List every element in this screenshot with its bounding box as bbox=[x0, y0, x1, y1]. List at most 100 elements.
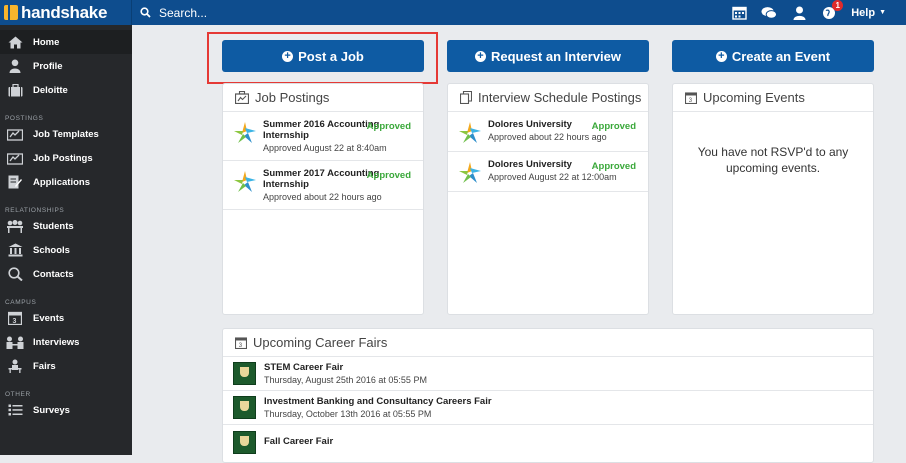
create-event-label: Create an Event bbox=[731, 48, 831, 64]
card-header: Job Postings bbox=[223, 84, 423, 112]
notification-badge: 1 bbox=[832, 0, 844, 11]
user-icon[interactable] bbox=[791, 5, 807, 21]
calendar-icon: 3 bbox=[6, 310, 24, 326]
sidebar-item-profile[interactable]: Profile bbox=[0, 54, 132, 78]
sidebar-item-contacts[interactable]: Contacts bbox=[0, 262, 132, 286]
interview-postings-card: Interview Schedule Postings Dolores Univ… bbox=[447, 83, 649, 315]
status-badge: Approved bbox=[591, 121, 636, 132]
sidebar-item-schools[interactable]: Schools bbox=[0, 238, 132, 262]
handshake-star-icon bbox=[234, 171, 256, 192]
building-icon bbox=[6, 82, 24, 98]
section-other: OTHER bbox=[5, 391, 31, 398]
handshake-star-icon bbox=[234, 122, 256, 143]
status-badge: Approved bbox=[366, 121, 411, 132]
calendar-icon[interactable] bbox=[731, 5, 747, 21]
brand[interactable]: handshake bbox=[0, 0, 132, 25]
sidebar-item-job-templates[interactable]: Job Templates bbox=[0, 122, 132, 146]
sidebar-item-label: Schools bbox=[33, 244, 70, 256]
card-title: Upcoming Events bbox=[703, 90, 805, 105]
posting-name[interactable]: Dolores University bbox=[488, 119, 607, 130]
sidebar-item-label: Interviews bbox=[33, 336, 80, 348]
status-badge: Approved bbox=[591, 161, 636, 172]
card-title: Interview Schedule Postings bbox=[478, 90, 642, 105]
list-item[interactable]: Fall Career Fair bbox=[223, 425, 873, 459]
sidebar-item-label: Events bbox=[33, 312, 65, 324]
section-relationships: RELATIONSHIPS bbox=[5, 207, 65, 214]
card-header: 3 Upcoming Career Fairs bbox=[223, 329, 873, 357]
search-bar[interactable]: Search... bbox=[132, 6, 731, 20]
sidebar-item-events[interactable]: 3 Events bbox=[0, 306, 132, 330]
fair-name[interactable]: Fall Career Fair bbox=[264, 436, 333, 448]
sidebar-item-label: Deloitte bbox=[33, 84, 68, 96]
help-menu[interactable]: Help ▼ bbox=[851, 7, 886, 19]
notifications-globe-icon[interactable]: 1 bbox=[821, 0, 844, 21]
sidebar-item-students[interactable]: Students bbox=[0, 214, 132, 238]
sidebar-item-label: Contacts bbox=[33, 268, 74, 280]
briefcase-icon bbox=[235, 91, 249, 104]
handshake-star-icon bbox=[459, 162, 481, 183]
school-icon bbox=[6, 242, 24, 258]
fairs-icon bbox=[6, 358, 24, 374]
list-item[interactable]: Summer 2017 Accounting Internship Approv… bbox=[223, 161, 423, 210]
list-item[interactable]: Dolores University Approved about 22 hou… bbox=[448, 112, 648, 152]
briefcase-icon bbox=[6, 150, 24, 166]
plus-circle-icon: + bbox=[474, 50, 486, 62]
sidebar-item-label: Surveys bbox=[33, 404, 70, 416]
sidebar-item-fairs[interactable]: Fairs bbox=[0, 354, 132, 378]
sidebar-item-applications[interactable]: Applications bbox=[0, 170, 132, 194]
card-header: 3 Upcoming Events bbox=[673, 84, 873, 112]
help-label: Help bbox=[851, 6, 876, 19]
list-item[interactable]: Summer 2016 Accounting Internship Approv… bbox=[223, 112, 423, 161]
fair-name[interactable]: Investment Banking and Consultancy Caree… bbox=[264, 396, 492, 408]
school-logo-icon bbox=[233, 396, 256, 419]
career-fairs-card: 3 Upcoming Career Fairs STEM Career Fair… bbox=[222, 328, 874, 463]
caret-down-icon: ▼ bbox=[879, 9, 886, 16]
card-header: Interview Schedule Postings bbox=[448, 84, 648, 112]
request-interview-label: Request an Interview bbox=[490, 48, 622, 64]
top-icons: 1 Help ▼ bbox=[731, 0, 906, 21]
search-icon bbox=[140, 7, 151, 18]
list-item[interactable]: Investment Banking and Consultancy Caree… bbox=[223, 391, 873, 425]
search-placeholder: Search... bbox=[159, 5, 208, 20]
handshake-logo-icon bbox=[4, 5, 18, 20]
main-content: + Post a Job + Request an Interview + Cr… bbox=[133, 25, 906, 463]
empty-state-message: You have not RSVP'd to any upcoming even… bbox=[697, 145, 849, 175]
plus-circle-icon: + bbox=[715, 50, 727, 62]
calendar-icon: 3 bbox=[685, 91, 697, 104]
fair-date: Thursday, August 25th 2016 at 05:55 PM bbox=[264, 374, 427, 385]
posting-status-time: Approved about 22 hours ago bbox=[488, 132, 607, 142]
posting-status-time: Approved about 22 hours ago bbox=[263, 192, 382, 202]
sidebar-item-surveys[interactable]: Surveys bbox=[0, 398, 132, 422]
sidebar: Home Profile Deloitte POSTINGS Job Templ… bbox=[0, 25, 132, 455]
request-interview-button[interactable]: + Request an Interview bbox=[447, 40, 649, 72]
brand-name: handshake bbox=[21, 2, 108, 22]
messages-icon[interactable] bbox=[761, 5, 778, 21]
handshake-star-icon bbox=[459, 122, 481, 143]
fair-date: Thursday, October 13th 2016 at 05:55 PM bbox=[264, 408, 432, 419]
section-postings: POSTINGS bbox=[5, 115, 44, 122]
sidebar-item-label: Applications bbox=[33, 176, 91, 188]
sidebar-item-label: Job Templates bbox=[33, 128, 99, 140]
sidebar-item-deloitte[interactable]: Deloitte bbox=[0, 78, 132, 102]
posting-status-time: Approved August 22 at 12:00am bbox=[488, 172, 617, 182]
card-title: Job Postings bbox=[255, 90, 330, 105]
fair-name[interactable]: STEM Career Fair bbox=[264, 362, 427, 374]
user-icon bbox=[6, 58, 24, 74]
sidebar-item-label: Fairs bbox=[33, 360, 56, 372]
sidebar-item-label: Home bbox=[33, 36, 60, 48]
sidebar-item-interviews[interactable]: Interviews bbox=[0, 330, 132, 354]
section-campus: CAMPUS bbox=[5, 299, 37, 306]
create-event-button[interactable]: + Create an Event bbox=[672, 40, 874, 72]
school-logo-icon bbox=[233, 362, 256, 385]
sidebar-item-label: Students bbox=[33, 220, 74, 232]
sidebar-item-label: Job Postings bbox=[33, 152, 93, 164]
surveys-icon bbox=[6, 402, 24, 418]
sidebar-item-home[interactable]: Home bbox=[0, 30, 132, 54]
list-item[interactable]: STEM Career Fair Thursday, August 25th 2… bbox=[223, 357, 873, 391]
status-badge: Approved bbox=[366, 170, 411, 181]
application-icon bbox=[6, 174, 24, 190]
students-icon bbox=[6, 218, 24, 234]
list-item[interactable]: Dolores University Approved August 22 at… bbox=[448, 152, 648, 192]
sidebar-item-job-postings[interactable]: Job Postings bbox=[0, 146, 132, 170]
sidebar-item-label: Profile bbox=[33, 60, 63, 72]
